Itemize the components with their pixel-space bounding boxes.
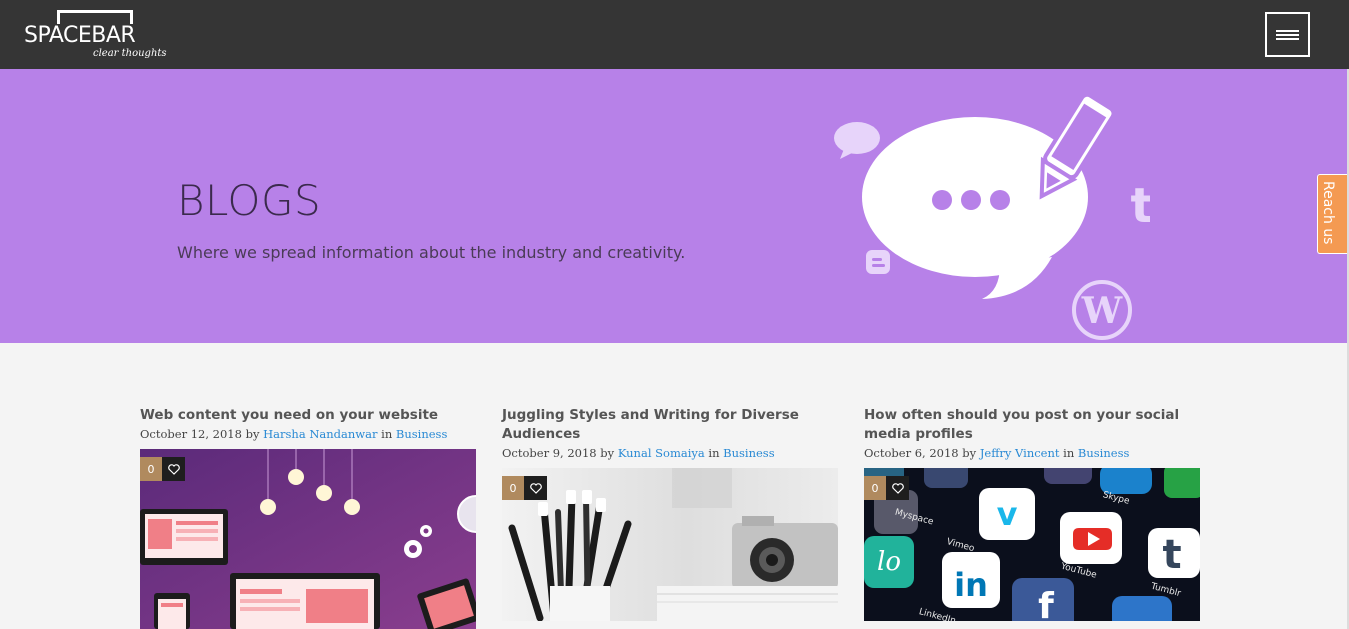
post-badges: 0 bbox=[502, 476, 547, 500]
page-subtitle: Where we spread information about the in… bbox=[177, 243, 686, 262]
post-thumbnail[interactable]: v t lo in f Vimeo YouTube Tumblr LinkedI… bbox=[864, 468, 1200, 621]
post-by-label: by bbox=[245, 427, 260, 441]
blog-post-card: Juggling Styles and Writing for Diverse … bbox=[502, 406, 838, 621]
post-in-label: in bbox=[381, 427, 393, 441]
heart-icon bbox=[167, 463, 180, 475]
svg-text:in: in bbox=[954, 566, 988, 604]
like-count-badge: 0 bbox=[140, 457, 162, 481]
small-speech-bubble-icon bbox=[834, 122, 880, 159]
post-thumbnail[interactable]: 0 bbox=[140, 449, 476, 629]
logo-tagline: clear thoughts bbox=[93, 48, 167, 59]
post-by-label: by bbox=[962, 446, 977, 460]
like-count-badge: 0 bbox=[864, 476, 886, 500]
like-button[interactable] bbox=[886, 476, 909, 500]
post-date: October 9, 2018 bbox=[502, 446, 597, 460]
like-button[interactable] bbox=[162, 457, 185, 481]
blog-illustration: t W bbox=[834, 92, 1150, 340]
site-header: SPACEBAR clear thoughts bbox=[0, 0, 1349, 69]
logo-wordmark: SPACEBAR bbox=[24, 23, 136, 48]
logo-bar-mark bbox=[57, 10, 133, 24]
post-meta: October 9, 2018 by Kunal Somaiya in Busi… bbox=[502, 445, 838, 461]
post-date: October 6, 2018 bbox=[864, 446, 959, 460]
post-in-label: in bbox=[708, 446, 720, 460]
post-category-link[interactable]: Business bbox=[396, 427, 447, 441]
post-author-link[interactable]: Jeffry Vincent bbox=[980, 446, 1060, 460]
post-date: October 12, 2018 bbox=[140, 427, 242, 441]
blogs-hero-banner: BLOGS Where we spread information about … bbox=[0, 69, 1349, 343]
post-meta: October 12, 2018 by Harsha Nandanwar in … bbox=[140, 426, 476, 442]
tumblr-icon: t bbox=[1131, 178, 1150, 234]
blog-post-card: How often should you post on your social… bbox=[864, 406, 1200, 621]
heart-icon bbox=[529, 482, 542, 494]
post-in-label: in bbox=[1063, 446, 1075, 460]
post-meta: October 6, 2018 by Jeffry Vincent in Bus… bbox=[864, 445, 1200, 461]
pencils-and-camera-photo bbox=[502, 468, 838, 621]
reach-us-label: Reach us bbox=[1320, 181, 1336, 245]
post-title[interactable]: Web content you need on your website bbox=[140, 406, 476, 425]
social-app-icons-photo: v t lo in f Vimeo YouTube Tumblr LinkedI… bbox=[864, 468, 1200, 621]
svg-text:lo: lo bbox=[877, 547, 901, 577]
heart-icon bbox=[891, 482, 904, 494]
svg-text:W: W bbox=[1081, 290, 1123, 332]
reach-us-tab[interactable]: Reach us bbox=[1317, 174, 1347, 254]
svg-text:v: v bbox=[997, 495, 1018, 533]
blogger-icon bbox=[866, 250, 890, 274]
wordpress-icon: W bbox=[1072, 280, 1132, 340]
post-category-link[interactable]: Business bbox=[723, 446, 774, 460]
post-author-link[interactable]: Kunal Somaiya bbox=[618, 446, 705, 460]
spacebar-logo[interactable]: SPACEBAR clear thoughts bbox=[24, 10, 167, 60]
devices-illustration bbox=[140, 449, 476, 629]
post-thumbnail[interactable]: 0 bbox=[502, 468, 838, 621]
svg-text:t: t bbox=[1162, 532, 1181, 578]
post-badges: 0 bbox=[864, 476, 909, 500]
page-title: BLOGS bbox=[177, 176, 322, 225]
svg-text:f: f bbox=[1038, 586, 1054, 621]
like-count-badge: 0 bbox=[502, 476, 524, 500]
post-category-link[interactable]: Business bbox=[1078, 446, 1129, 460]
post-author-link[interactable]: Harsha Nandanwar bbox=[263, 427, 377, 441]
post-badges: 0 bbox=[140, 457, 185, 481]
post-title[interactable]: How often should you post on your social… bbox=[864, 406, 1200, 444]
blog-post-card: Web content you need on your website Oct… bbox=[140, 406, 476, 629]
like-button[interactable] bbox=[524, 476, 547, 500]
menu-toggle-button[interactable] bbox=[1265, 12, 1310, 57]
post-title[interactable]: Juggling Styles and Writing for Diverse … bbox=[502, 406, 838, 444]
post-by-label: by bbox=[600, 446, 615, 460]
